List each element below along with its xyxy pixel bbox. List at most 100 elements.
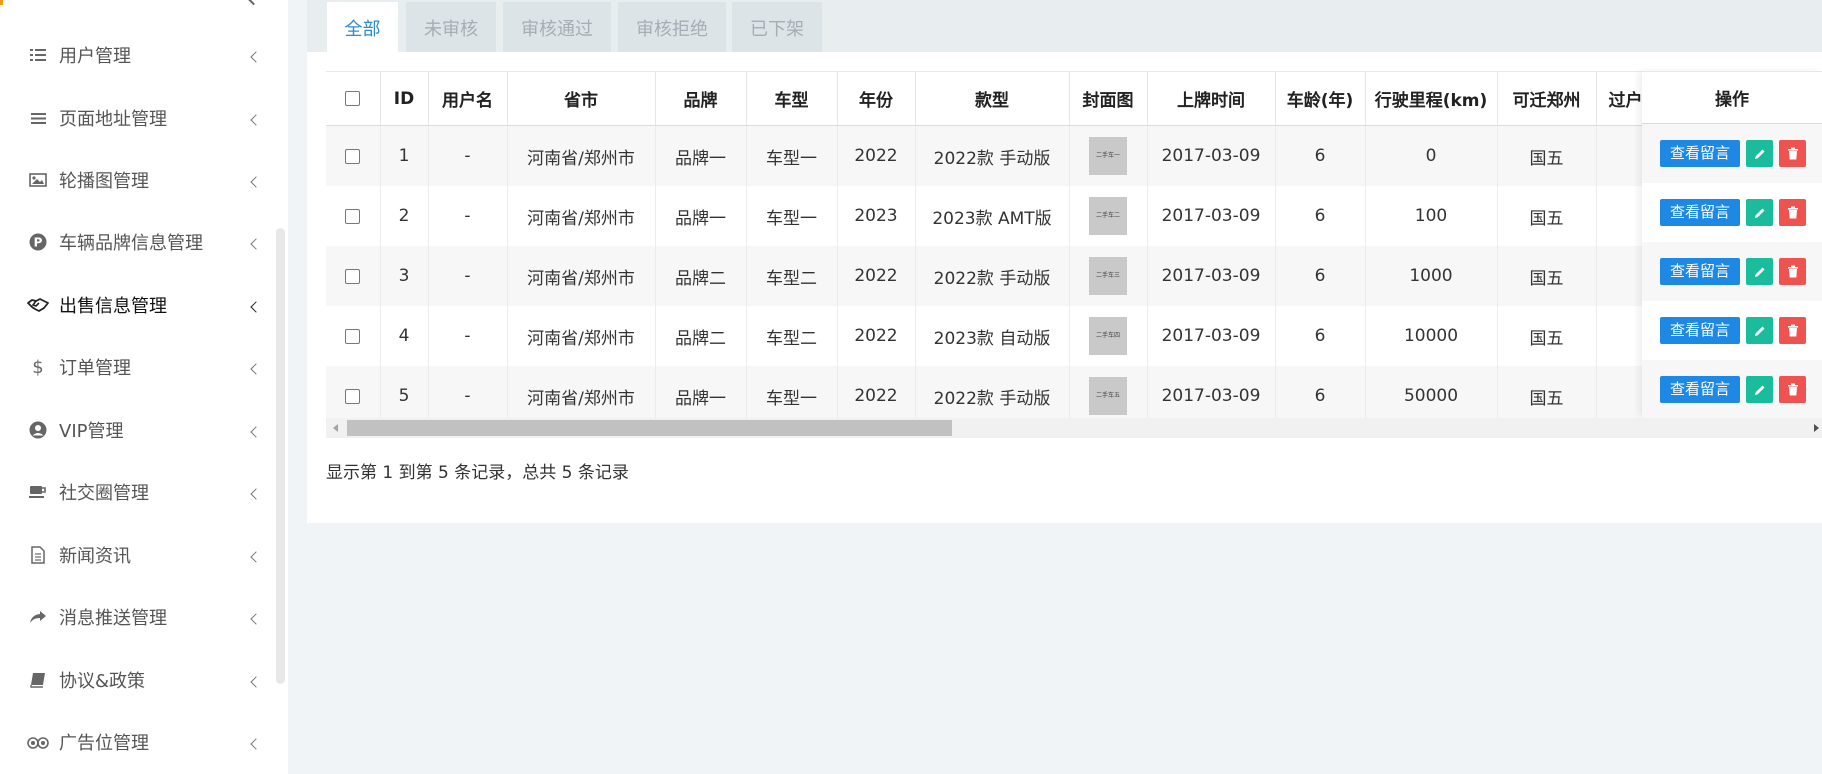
pencil-icon [1754,267,1765,277]
sidebar-item-ads[interactable]: 广告位管理 [0,711,280,773]
table-row[interactable]: 5 - 河南省/郑州市 品牌一 车型一 2022 2022款 手动版 二手车五 … [326,366,1677,426]
delete-button[interactable] [1779,376,1807,403]
tab-unreviewed[interactable]: 未审核 [406,2,496,53]
sidebar-item-brand-info[interactable]: P 车辆品牌信息管理 [0,211,280,273]
delete-button[interactable] [1779,258,1807,285]
select-all-cell [326,71,381,126]
select-all-checkbox[interactable] [345,91,361,106]
table-row[interactable]: 2 - 河南省/郑州市 品牌一 车型一 2023 2023款 AMT版 二手车二… [326,186,1677,246]
column-header-year[interactable]: 年份 [837,71,916,126]
column-header-zhengzhou[interactable]: 可迁郑州 [1497,71,1597,126]
sidebar-item-vip[interactable]: VIP管理 [0,399,280,461]
table-horizontal-scrollbar[interactable] [326,418,1822,438]
sidebar-item-policy[interactable]: 协议&政策 [0,649,280,711]
delete-button[interactable] [1779,140,1807,167]
column-header-id[interactable]: ID [380,71,429,126]
table-row[interactable]: 4 - 河南省/郑州市 品牌二 车型二 2022 2023款 自动版 二手车四 … [326,306,1677,366]
row-select-cell [326,186,381,246]
sidebar-item-carousel[interactable]: 轮播图管理 [0,149,280,211]
column-header-reg-date[interactable]: 上牌时间 [1147,71,1276,126]
scroll-left-arrow-icon[interactable] [333,424,338,432]
cover-thumbnail[interactable]: 二手车五 [1089,377,1127,415]
sidebar-item-social[interactable]: 社交圈管理 [0,461,280,523]
edit-button[interactable] [1746,317,1774,344]
edit-button[interactable] [1746,376,1774,403]
column-header-city[interactable]: 省市 [507,71,656,126]
column-header-cover[interactable]: 封面图 [1069,71,1148,126]
cell-username: - [428,246,508,306]
table-row[interactable]: 3 - 河南省/郑州市 品牌二 车型二 2022 2022款 手动版 二手车三 … [326,246,1677,306]
sidebar-scrollbar[interactable] [276,228,285,684]
cell-username: - [428,125,508,186]
sidebar-item-push[interactable]: 消息推送管理 [0,586,280,648]
column-header-username[interactable]: 用户名 [428,71,508,126]
delete-button[interactable] [1779,199,1807,226]
row-checkbox[interactable] [345,328,361,344]
scrollbar-thumb[interactable] [347,420,952,436]
sidebar: 用户管理 页面地址管理 轮播图管理 P 车辆品牌信息管理 出售信息管理 $ 订单… [0,0,288,774]
table-row[interactable]: 1 - 河南省/郑州市 品牌一 车型一 2022 2022款 手动版 二手车一 … [326,125,1677,186]
column-header-model[interactable]: 车型 [746,71,838,126]
sidebar-item-page-address[interactable]: 页面地址管理 [0,87,280,149]
sidebar-item-label: 出售信息管理 [59,296,167,317]
row-checkbox[interactable] [345,268,361,284]
pencil-icon [1754,385,1765,395]
cover-thumbnail[interactable]: 二手车四 [1089,317,1127,355]
view-messages-button[interactable]: 查看留言 [1660,140,1741,167]
column-header-age[interactable]: 车龄(年) [1275,71,1366,126]
status-tab-bar: 全部 未审核 审核通过 审核拒绝 已下架 [307,0,1822,53]
tab-removed[interactable]: 已下架 [732,2,822,53]
sidebar-item-label: 社交圈管理 [59,483,149,504]
sidebar-item-news[interactable]: 新闻资讯 [0,524,280,586]
trash-icon [1787,383,1798,396]
edit-button[interactable] [1746,258,1774,285]
cell-username: - [428,366,508,426]
cell-emission: 国五 [1497,366,1597,426]
sidebar-item-users[interactable]: 用户管理 [0,24,280,86]
cell-brand: 品牌一 [655,125,747,186]
column-header-style[interactable]: 款型 [915,71,1070,126]
tab-rejected[interactable]: 审核拒绝 [618,2,726,53]
row-checkbox[interactable] [345,148,361,164]
list-icon [27,44,49,66]
delete-button[interactable] [1779,317,1807,344]
actions-row: 查看留言 [1642,360,1822,419]
row-checkbox[interactable] [345,388,361,404]
view-messages-button[interactable]: 查看留言 [1660,317,1741,344]
cell-city: 河南省/郑州市 [507,125,656,186]
sidebar-item-orders[interactable]: $ 订单管理 [0,336,280,398]
cover-thumbnail[interactable]: 二手车二 [1089,197,1127,235]
scroll-right-arrow-icon[interactable] [1814,424,1819,432]
cover-thumbnail[interactable]: 二手车三 [1089,257,1127,295]
cell-reg-date: 2017-03-09 [1147,306,1276,366]
sidebar-item-label: 协议&政策 [59,671,146,692]
actions-row: 查看留言 [1642,124,1822,183]
cell-cover: 二手车二 [1069,186,1148,246]
view-messages-button[interactable]: 查看留言 [1660,258,1741,285]
view-messages-button[interactable]: 查看留言 [1660,376,1741,403]
sidebar-item-cutoff[interactable] [0,0,288,6]
view-messages-button[interactable]: 查看留言 [1660,199,1741,226]
column-header-mileage[interactable]: 行驶里程(km) [1365,71,1498,126]
data-table: ID 用户名 省市 品牌 车型 年份 款型 封面图 上牌时间 车龄(年) 行驶里… [326,71,1677,426]
cell-year: 2023 [837,186,916,246]
row-select-cell [326,366,381,426]
sidebar-item-label: 消息推送管理 [59,608,167,629]
edit-button[interactable] [1746,140,1774,167]
tab-approved[interactable]: 审核通过 [503,2,611,53]
sidebar-item-label: 订单管理 [59,358,131,379]
cell-brand: 品牌二 [655,306,747,366]
sidebar-item-label: 用户管理 [59,46,131,67]
tab-all[interactable]: 全部 [327,2,398,53]
cell-username: - [428,306,508,366]
pagination-summary: 显示第 1 到第 5 条记录，总共 5 条记录 [326,463,629,483]
dollar-icon: $ [32,356,44,378]
cover-thumbnail[interactable]: 二手车一 [1089,137,1127,175]
column-header-brand[interactable]: 品牌 [655,71,747,126]
cell-cover: 二手车一 [1069,125,1148,186]
row-checkbox[interactable] [345,208,361,224]
cell-model: 车型二 [746,246,838,306]
cell-age: 6 [1275,306,1366,366]
edit-button[interactable] [1746,199,1774,226]
sidebar-item-sale-info[interactable]: 出售信息管理 [0,274,280,336]
